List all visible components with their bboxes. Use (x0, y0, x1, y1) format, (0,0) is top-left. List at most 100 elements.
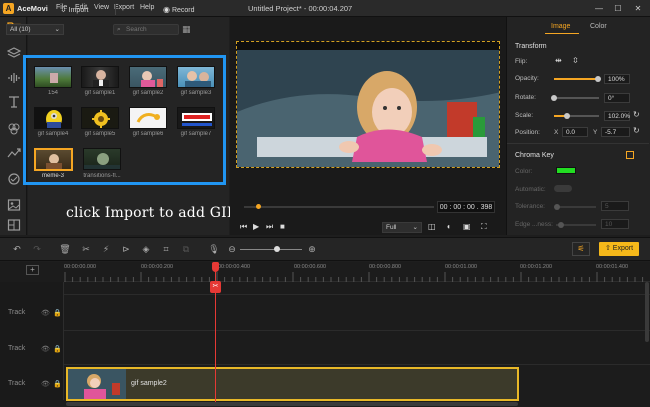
vertical-scrollbar[interactable] (645, 282, 649, 342)
tolerance-value[interactable]: 5 (601, 201, 629, 211)
preview-progress-track[interactable] (244, 206, 434, 208)
horizontal-scrollbar[interactable] (66, 402, 518, 406)
add-track-button[interactable]: + (26, 265, 39, 275)
lock-icon[interactable]: 🔒 (53, 380, 62, 388)
media-thumb-gif-sample1[interactable] (81, 66, 119, 88)
rotate-value[interactable]: 0° (604, 93, 630, 103)
media-filter-dropdown[interactable]: All (10) ⌄ (6, 24, 64, 35)
speed-icon[interactable]: ⊳ (120, 243, 132, 255)
redo-icon[interactable]: ↷ (31, 243, 43, 255)
effects-icon[interactable] (5, 173, 22, 190)
rotate-slider-knob[interactable] (551, 95, 557, 101)
next-frame-icon[interactable]: ⏭ (266, 222, 273, 232)
text-icon[interactable] (5, 96, 22, 113)
reset-position-icon[interactable]: ↻ (633, 126, 640, 135)
opacity-slider-knob[interactable] (595, 76, 601, 82)
freeze-icon[interactable]: ⧉ (180, 243, 192, 255)
zoom-slider-knob[interactable] (274, 246, 280, 252)
volume-icon[interactable]: ◖ (446, 222, 451, 231)
maximize-icon[interactable]: ☐ (609, 2, 627, 15)
position-y-input[interactable]: -5.7 (601, 127, 630, 137)
edge-slider-knob[interactable] (558, 222, 564, 228)
tab-color[interactable]: Color (590, 23, 607, 30)
reset-scale-icon[interactable]: ↻ (633, 110, 640, 119)
record-button[interactable]: ◉ Record (163, 3, 195, 17)
rotate-slider-track[interactable] (554, 97, 599, 99)
marker-icon[interactable]: ◈ (140, 243, 152, 255)
import-button[interactable]: ⇩ Import (60, 3, 89, 17)
eye-icon[interactable]: 👁 (41, 309, 50, 317)
track-divider (64, 364, 650, 365)
eye-icon[interactable]: 👁 (41, 380, 50, 388)
scale-slider-knob[interactable] (564, 113, 570, 119)
tolerance-slider-track[interactable] (556, 206, 596, 208)
menu-view[interactable]: View (94, 4, 109, 11)
ruler-tick-label: 00:00:00.000 (64, 264, 97, 270)
lock-icon[interactable]: 🔒 (53, 345, 62, 353)
media-thumb-meme-3[interactable] (34, 148, 73, 171)
preview-quality-dropdown[interactable]: Full ⌄ (382, 222, 422, 233)
media-thumb-gif-sample2[interactable] (129, 66, 167, 88)
play-icon[interactable]: ▶ (253, 222, 259, 231)
media-thumb-gif-sample7[interactable] (177, 107, 215, 129)
media-thumb-154[interactable] (34, 66, 72, 88)
automatic-toggle[interactable] (554, 185, 572, 192)
preview-progress-knob[interactable] (256, 204, 261, 209)
zoom-slider-track[interactable] (240, 249, 302, 250)
stop-icon[interactable]: ■ (280, 222, 285, 231)
edge-value[interactable]: 10 (601, 219, 629, 229)
tutorial-caption: click Import to add GIFs (66, 205, 245, 221)
chroma-key-checkbox[interactable] (626, 151, 634, 159)
media-label-meme-3: meme-3 (41, 173, 64, 179)
opacity-value[interactable]: 100% (604, 74, 630, 84)
media-thumb-gif-sample4[interactable] (34, 107, 72, 129)
record-label: Record (171, 7, 195, 14)
menu-export[interactable]: Export (114, 4, 134, 11)
transitions-icon[interactable] (5, 148, 22, 165)
media-search-input[interactable]: ⌕ Search (113, 24, 179, 35)
pip-icon[interactable]: ▣ (463, 222, 471, 231)
scale-value[interactable]: 102.0% (604, 111, 630, 121)
eye-icon[interactable]: 👁 (41, 345, 50, 353)
ruler-tick-label: 00:00:01.000 (445, 264, 478, 270)
zoom-out-icon[interactable]: ⊖ (226, 243, 238, 255)
grid-view-icon[interactable]: ▦ (182, 24, 193, 35)
record-voice-icon[interactable]: 🎙 (208, 243, 220, 255)
chroma-color-swatch[interactable] (556, 167, 576, 174)
flip-horizontal-icon[interactable]: ⇹ (555, 56, 562, 65)
media-label-gif-sample2: gif sample2 (132, 90, 164, 96)
filters-icon[interactable] (5, 123, 22, 140)
tolerance-slider-knob[interactable] (554, 204, 560, 210)
media-thumb-transitions[interactable] (83, 148, 121, 170)
menu-help[interactable]: Help (140, 4, 154, 11)
lock-icon[interactable]: 🔒 (53, 309, 62, 317)
split-icon[interactable]: ⚡ (100, 243, 112, 255)
previous-frame-icon[interactable]: ⏮ (240, 222, 247, 232)
zoom-in-icon[interactable]: ⊕ (306, 243, 318, 255)
tab-image[interactable]: Image (551, 23, 570, 30)
fullscreen-icon[interactable]: ⛶ (481, 222, 487, 232)
delete-icon[interactable]: 🗑 (59, 243, 71, 255)
crop-icon[interactable]: ⌗ (160, 243, 172, 255)
search-placeholder: Search (126, 26, 147, 33)
timeline-settings-icon[interactable]: ⚟ (572, 242, 590, 256)
split-screen-icon[interactable] (5, 219, 22, 236)
preview-frame[interactable] (236, 41, 500, 168)
minimize-icon[interactable]: — (590, 2, 608, 15)
snapshot-icon[interactable]: ◫ (428, 222, 436, 231)
flip-vertical-icon[interactable]: ⇳ (572, 56, 579, 65)
media-thumb-gif-sample3[interactable] (177, 66, 215, 88)
position-x-input[interactable]: 0.0 (562, 127, 588, 137)
audio-icon[interactable] (5, 72, 22, 89)
playhead-scissors-icon[interactable]: ✂ (210, 281, 221, 293)
close-icon[interactable]: ✕ (629, 2, 647, 15)
media-divider (115, 4, 116, 15)
media-thumb-gif-sample6[interactable] (129, 107, 167, 129)
playhead-handle[interactable] (212, 262, 219, 272)
layers-icon[interactable] (5, 47, 22, 64)
media-thumb-gif-sample5[interactable] (81, 107, 119, 129)
undo-icon[interactable]: ↶ (11, 243, 23, 255)
export-button[interactable]: ⇧ Export (599, 242, 639, 256)
cut-icon[interactable]: ✂ (80, 243, 92, 255)
elements-icon[interactable] (5, 199, 22, 216)
